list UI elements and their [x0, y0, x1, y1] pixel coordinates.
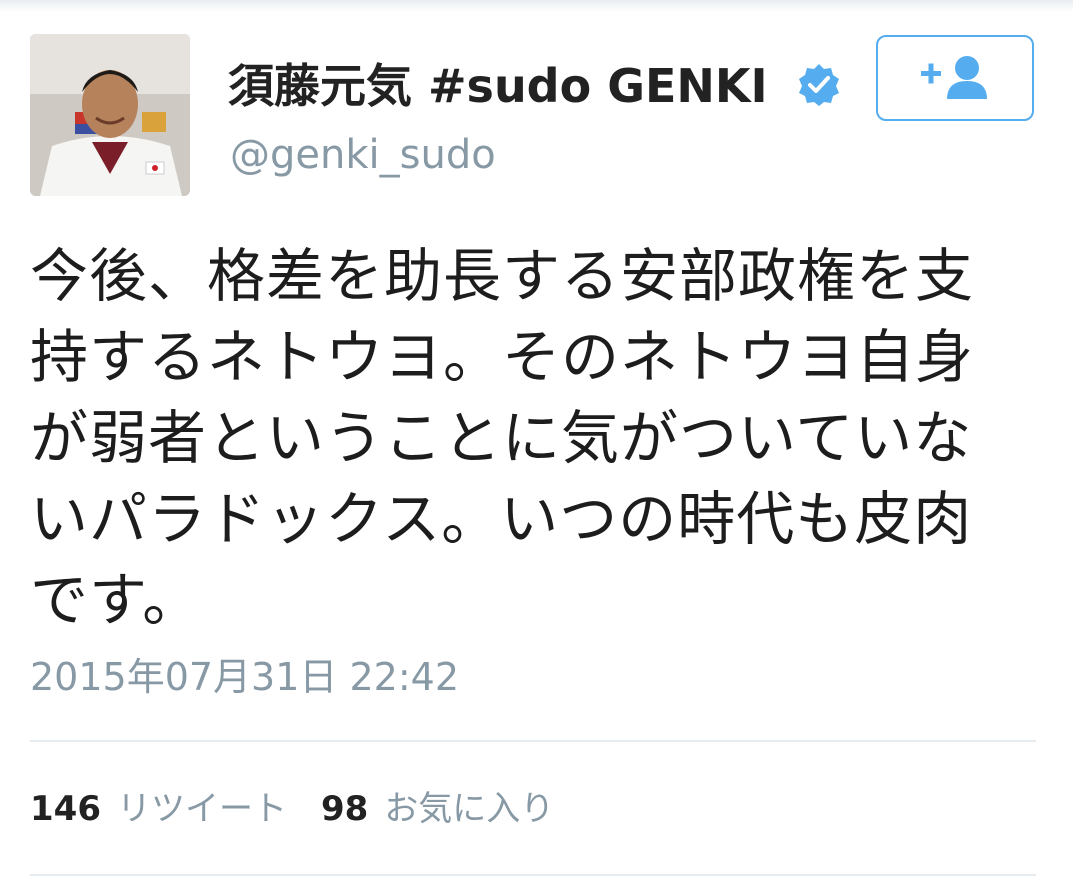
avatar-photo: [30, 34, 190, 196]
top-shadow: [0, 0, 1073, 12]
follow-button[interactable]: [876, 35, 1034, 121]
avatar[interactable]: [30, 34, 190, 196]
favorites-label[interactable]: お気に入り: [384, 789, 554, 829]
retweets-count[interactable]: 146: [30, 789, 101, 829]
tweet-line: いパラドックス。いつの時代も皮肉: [30, 485, 973, 553]
tweet-line: が弱者ということに気がついていな: [30, 404, 973, 472]
tweet-line: です。: [30, 566, 202, 634]
user-handle[interactable]: @genki_sudo: [230, 130, 496, 180]
retweets-label[interactable]: リツイート: [117, 789, 287, 829]
add-user-icon: [915, 51, 995, 105]
favorites-count[interactable]: 98: [321, 789, 368, 829]
tweet-text: 今後、格差を助長する安部政権を支 持するネトウヨ。そのネトウヨ自身 が弱者という…: [30, 236, 1010, 641]
divider: [30, 874, 1036, 876]
tweet-stats: 146 リツイート 98 お気に入り: [30, 786, 588, 832]
tweet-line: 持するネトウヨ。そのネトウヨ自身: [30, 323, 975, 391]
tweet-line: 今後、格差を助長する安部政権を支: [30, 242, 975, 310]
tweet-timestamp[interactable]: 2015年07月31日 22:42: [30, 654, 459, 700]
verified-badge-icon: [797, 62, 841, 106]
divider: [30, 740, 1036, 742]
display-name[interactable]: 須藤元気 #sudo GENKI: [228, 56, 768, 116]
